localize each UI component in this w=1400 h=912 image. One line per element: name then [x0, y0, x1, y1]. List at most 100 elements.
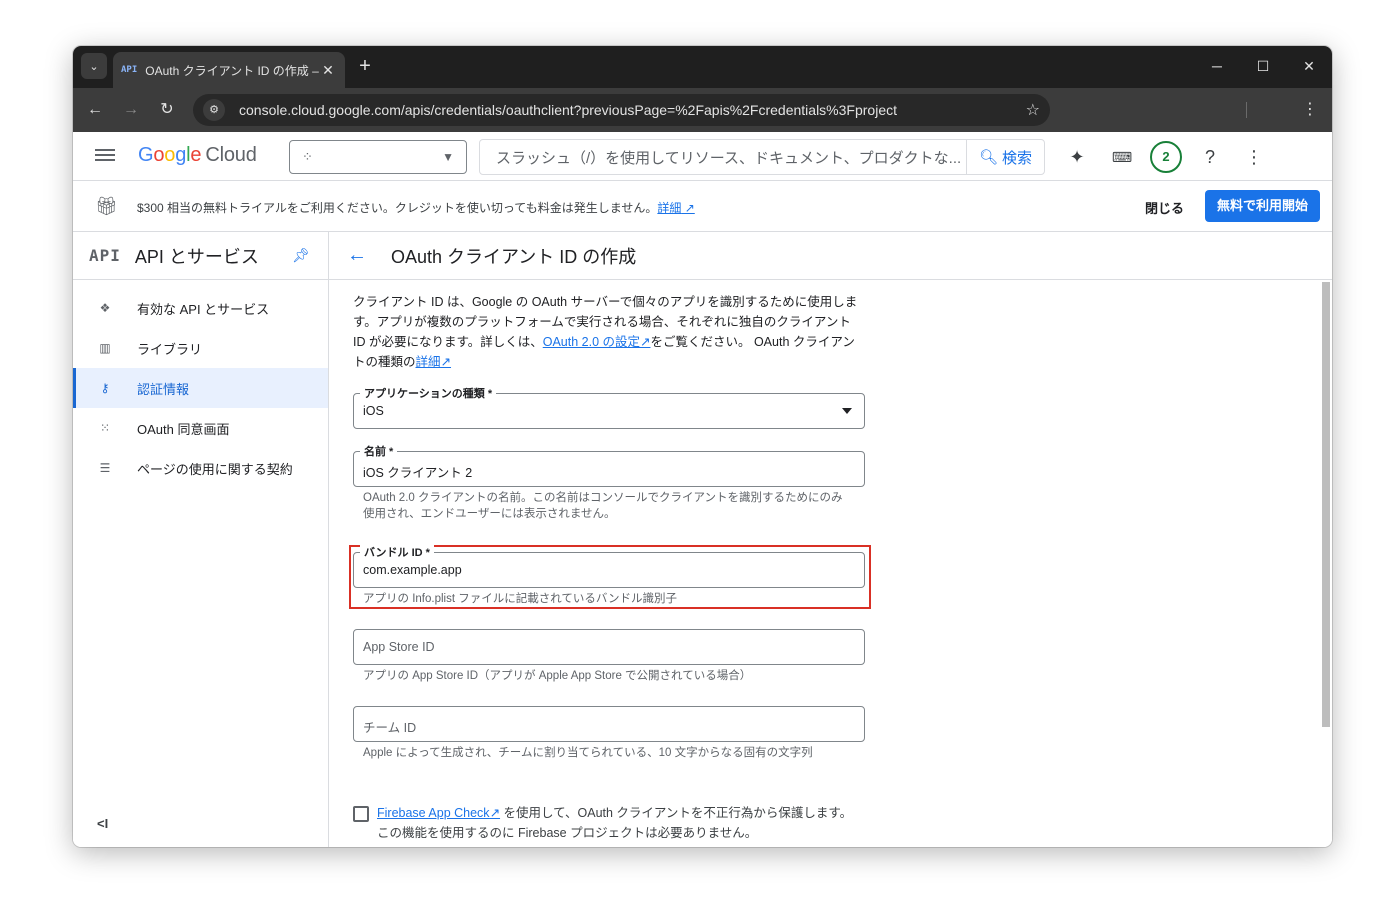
start-free-button[interactable]: 無料で利用開始	[1205, 190, 1320, 222]
external-link-icon: ↗	[440, 355, 452, 369]
diamond-dots-icon: ❖	[99, 301, 111, 315]
bundle-id-hint: アプリの Info.plist ファイルに記載されているバンドル識別子	[363, 593, 677, 605]
gemini-sparkle-icon[interactable]: ✦	[1064, 144, 1090, 170]
field-placeholder: チーム ID	[363, 721, 417, 735]
address-bar: ← → ↻ ⚙ console.cloud.google.com/apis/cr…	[73, 88, 1332, 132]
app-store-id-hint: アプリの App Store ID（アプリが Apple App Store で…	[363, 670, 752, 682]
details-link[interactable]: 詳細	[416, 355, 441, 369]
sidebar-item-oauth-consent[interactable]: ⁙ OAuth 同意画面	[73, 408, 328, 448]
sidebar-nav: ❖ 有効な API とサービス ▥ ライブラリ ⚷ 認証情報 ⁙ OAuth 同意画面 …	[73, 280, 328, 488]
api-logo-icon: API	[89, 246, 121, 265]
external-link-icon: ↗	[640, 335, 651, 349]
tab-bar: ⌄ API OAuth クライアント ID の作成 – ✕ + ─ ☐ ✕	[73, 46, 1332, 88]
form: クライアント ID は、Google の OAuth サーバーで個々のアプリを識…	[349, 292, 871, 840]
trial-banner: 🎁︎ $300 相当の無料トライアルをご利用ください。クレジットを使い切っても料…	[73, 182, 1332, 232]
firebase-app-check-checkbox[interactable]	[353, 806, 369, 822]
back-arrow-icon[interactable]: ←	[347, 244, 367, 267]
notifications-badge[interactable]: 2	[1150, 141, 1182, 173]
project-icon: ⁘	[302, 149, 313, 164]
sidebar-item-library[interactable]: ▥ ライブラリ	[73, 328, 328, 368]
browser-window: ⌄ API OAuth クライアント ID の作成 – ✕ + ─ ☐ ✕ ← …	[73, 46, 1332, 847]
field-placeholder: App Store ID	[363, 640, 435, 654]
banner-close-button[interactable]: 閉じる	[1145, 198, 1184, 217]
settings-list-icon: ☰	[99, 461, 111, 475]
field-label: アプリケーションの種類 *	[360, 385, 497, 401]
google-cloud-logo[interactable]: Google Cloud	[138, 144, 257, 167]
external-link-icon: ↗	[489, 806, 501, 820]
name-field[interactable]: 名前 * iOS クライアント 2	[353, 443, 865, 487]
page-header: ← OAuth クライアント ID の作成	[329, 232, 1332, 280]
field-value: iOS クライアント 2	[363, 466, 473, 480]
tab-favicon-icon: API	[121, 65, 138, 75]
search-button-label: 検索	[1002, 149, 1033, 167]
bundle-id-field[interactable]: バンドル ID * com.example.app	[353, 544, 865, 588]
hamburger-menu-icon[interactable]	[95, 146, 115, 166]
toolbar-divider	[1246, 102, 1247, 118]
browser-menu-icon[interactable]: ⋮	[1302, 98, 1318, 122]
chevron-down-icon: ▼	[442, 150, 454, 164]
sidebar: API API とサービス 📌︎ ❖ 有効な API とサービス ▥ ライブラリ ⚷…	[73, 232, 329, 847]
sidebar-header: API API とサービス 📌︎	[73, 232, 328, 280]
search-input[interactable]: スラッシュ（/）を使用してリソース、ドキュメント、プロダクトな...	[480, 147, 966, 168]
logo-google: Google	[138, 144, 202, 166]
sidebar-item-label: 有効な API とサービス	[137, 301, 270, 317]
tab-title: OAuth クライアント ID の作成 –	[145, 63, 319, 78]
tab-search-button[interactable]: ⌄	[81, 53, 107, 79]
field-label: 名前 *	[360, 443, 398, 459]
banner-details-link[interactable]: 詳細	[657, 201, 681, 215]
scrollbar[interactable]	[1322, 282, 1330, 727]
omnibox[interactable]: ⚙ console.cloud.google.com/apis/credenti…	[193, 94, 1050, 126]
search-icon: 🔍︎	[978, 149, 999, 166]
field-value: iOS	[363, 404, 384, 418]
logo-cloud: Cloud	[205, 144, 257, 166]
firebase-app-check-link[interactable]: Firebase App Check	[377, 806, 490, 820]
banner-message: $300 相当の無料トライアルをご利用ください。クレジットを使い切っても料金は発…	[137, 201, 658, 215]
external-link-icon: ↗	[681, 201, 695, 215]
reload-button[interactable]: ↻	[155, 98, 179, 122]
field-value: com.example.app	[363, 563, 462, 577]
sidebar-item-label: ページの使用に関する契約	[137, 461, 293, 477]
active-tab[interactable]: API OAuth クライアント ID の作成 – ✕	[113, 52, 345, 88]
project-picker[interactable]: ⁘ ▼	[289, 140, 467, 174]
dots-grid-icon: ⁙	[99, 421, 111, 435]
sidebar-title: API とサービス	[134, 246, 259, 267]
banner-text: $300 相当の無料トライアルをご利用ください。クレジットを使い切っても料金は発…	[137, 199, 695, 216]
cloud-shell-icon[interactable]: ⌨	[1109, 144, 1135, 170]
forward-button[interactable]: →	[119, 98, 143, 122]
url-text: console.cloud.google.com/apis/credential…	[239, 102, 897, 118]
application-type-select[interactable]: アプリケーションの種類 * iOS	[353, 385, 865, 429]
oauth-settings-link[interactable]: OAuth 2.0 の設定	[543, 335, 640, 349]
sidebar-item-page-usage-agreements[interactable]: ☰ ページの使用に関する契約	[73, 448, 328, 488]
dropdown-caret-icon	[842, 408, 852, 414]
minimize-button[interactable]: ─	[1202, 54, 1232, 78]
maximize-button[interactable]: ☐	[1248, 54, 1278, 78]
sidebar-item-label: OAuth 同意画面	[137, 421, 230, 437]
new-tab-button[interactable]: +	[353, 54, 377, 78]
sidebar-item-credentials[interactable]: ⚷ 認証情報	[73, 368, 328, 408]
console-header: Google Cloud ⁘ ▼ スラッシュ（/）を使用してリソース、ドキュメント…	[73, 132, 1332, 181]
help-icon[interactable]: ?	[1197, 144, 1223, 170]
page-title: OAuth クライアント ID の作成	[391, 246, 637, 267]
tab-close-icon[interactable]: ✕	[319, 62, 337, 79]
intro-text: クライアント ID は、Google の OAuth サーバーで個々のアプリを識…	[353, 292, 865, 372]
sidebar-item-label: 認証情報	[137, 381, 190, 397]
sidebar-item-enabled-apis[interactable]: ❖ 有効な API とサービス	[73, 288, 328, 328]
firebase-app-check-text: Firebase App Check↗ を使用して、OAuth クライアントを不…	[377, 803, 857, 843]
close-window-button[interactable]: ✕	[1294, 54, 1324, 78]
main-content: ← OAuth クライアント ID の作成 クライアント ID は、Google…	[329, 232, 1332, 847]
site-info-icon[interactable]: ⚙	[203, 99, 225, 121]
search-bar[interactable]: スラッシュ（/）を使用してリソース、ドキュメント、プロダクトな... 🔍︎ 検索	[479, 139, 1045, 175]
pin-icon[interactable]: 📌︎	[292, 247, 310, 264]
search-button[interactable]: 🔍︎ 検索	[966, 140, 1044, 174]
field-label: バンドル ID *	[360, 544, 434, 560]
team-id-field[interactable]: チーム ID	[353, 706, 865, 742]
back-button[interactable]: ←	[83, 98, 107, 122]
sidebar-item-label: ライブラリ	[137, 341, 203, 357]
library-icon: ▥	[99, 341, 111, 355]
gift-icon: 🎁︎	[95, 196, 118, 216]
app-store-id-field[interactable]: App Store ID	[353, 629, 865, 665]
bookmark-star-icon[interactable]: ☆	[1026, 100, 1040, 120]
more-options-icon[interactable]: ⋮	[1241, 144, 1267, 170]
team-id-hint: Apple によって生成され、チームに割り当てられている、10 文字からなる固有…	[363, 747, 813, 759]
collapse-sidebar-button[interactable]: <I	[97, 816, 108, 831]
